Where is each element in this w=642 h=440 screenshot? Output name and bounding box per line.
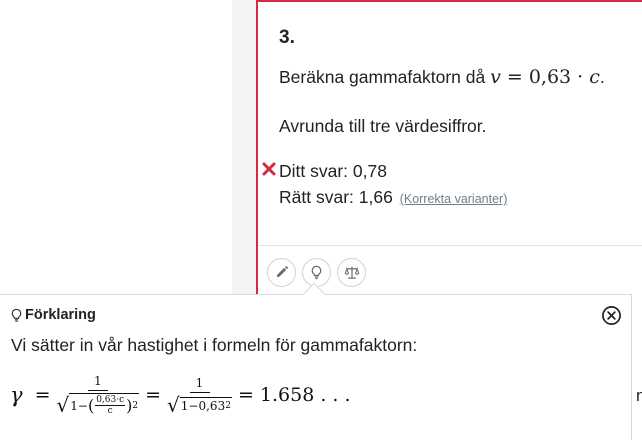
- scales-icon: [344, 266, 359, 279]
- one-minus-1: 1−: [70, 398, 88, 413]
- formula-fraction-1: 1 √ 1− ( 0,63·c c ) 2: [56, 374, 140, 417]
- edit-button[interactable]: [267, 258, 296, 287]
- lightbulb-icon: [311, 265, 322, 280]
- sqrt-body-1: 1− ( 0,63·c c ) 2: [69, 393, 140, 416]
- sqrt-symbol: √: [167, 392, 180, 417]
- question-prompt-text: Beräkna gammafaktorn då: [279, 67, 491, 87]
- card-divider: [258, 245, 642, 246]
- formula-fraction-2-denominator: √ 1−0,63 2: [167, 393, 232, 415]
- one-minus-value: 1−0,63: [180, 398, 226, 413]
- explanation-panel: Förklaring Vi sätter in vår hastighet i …: [0, 294, 632, 440]
- left-paren: (: [87, 396, 95, 415]
- sqrt-symbol: √: [56, 392, 70, 417]
- formula-fraction-1-denominator: √ 1− ( 0,63·c c ) 2: [56, 391, 140, 417]
- exponent-2: 2: [225, 400, 231, 411]
- explanation-header: Förklaring: [10, 307, 96, 323]
- question-prompt: Beräkna gammafaktorn då v = 0,63 · c.: [279, 66, 605, 88]
- light-speed-variable: c: [589, 66, 600, 88]
- close-icon[interactable]: [601, 305, 622, 326]
- question-prompt-end: .: [599, 67, 605, 87]
- gamma-formula: γ = 1 √ 1− ( 0,63·c c ) 2 = 1 √ 1−0,63 2…: [10, 365, 357, 425]
- correct-answer: Rätt svar: 1,66: [279, 187, 393, 207]
- explanation-text: Vi sätter in vår hastighet i formeln för…: [11, 335, 418, 355]
- formula-fraction-2: 1 √ 1−0,63 2: [167, 376, 232, 415]
- your-answer: Ditt svar: 0,78: [279, 161, 387, 181]
- correct-variants-link[interactable]: (Korrekta varianter): [400, 192, 508, 206]
- question-prompt-math: v = 0,63 · c: [490, 66, 600, 88]
- velocity-ratio-denominator: c: [107, 406, 113, 416]
- exponent-1: 2: [132, 400, 139, 411]
- lightbulb-icon: [11, 308, 22, 322]
- rounding-instruction: Avrunda till tre värdesiffror.: [279, 116, 487, 136]
- velocity-ratio-numerator: 0,63·c: [95, 395, 126, 406]
- formula-equals-1: =: [34, 384, 51, 406]
- explanation-title: Förklaring: [25, 307, 96, 323]
- formula-gamma: γ: [10, 383, 23, 407]
- formula-fraction-2-numerator: 1: [189, 376, 210, 393]
- velocity-ratio: 0,63·c c: [95, 395, 126, 416]
- velocity-variable: v: [490, 66, 501, 88]
- velocity-expression: = 0,63 ·: [500, 66, 590, 88]
- formula-equals-2: =: [145, 384, 162, 406]
- compare-button[interactable]: [337, 258, 366, 287]
- wrong-answer-icon: [262, 162, 276, 176]
- cut-off-text: n: [636, 386, 642, 405]
- question-number: 3.: [279, 27, 295, 48]
- correct-answer-row: Rätt svar: 1,66 (Korrekta varianter): [279, 187, 507, 208]
- sqrt-body-2: 1−0,63 2: [179, 396, 232, 413]
- hint-button[interactable]: [302, 258, 331, 287]
- pencil-icon: [276, 266, 288, 278]
- question-card: 3. Beräkna gammafaktorn då v = 0,63 · c.…: [256, 0, 642, 296]
- formula-fraction-1-numerator: 1: [87, 374, 108, 391]
- formula-result: = 1.658 . . .: [237, 384, 351, 406]
